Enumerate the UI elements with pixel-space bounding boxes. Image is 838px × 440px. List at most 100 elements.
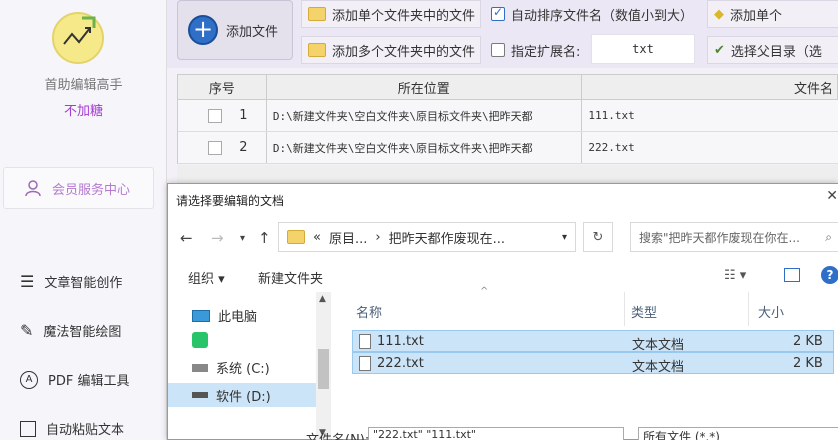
row-checkbox[interactable] bbox=[208, 140, 223, 155]
open-file-dialog: 请选择要编辑的文档 ✕ ← → ▾ ↑ « 原目... › 把昨天都作废现在..… bbox=[167, 183, 838, 440]
sidebar-item-drawing[interactable]: ✎ 魔法智能绘图 bbox=[20, 321, 121, 340]
add-single-right-button[interactable]: ◆ 添加单个 bbox=[707, 0, 838, 28]
header-filename: 文件名 bbox=[793, 81, 833, 97]
sidebar-item-paste[interactable]: 自动粘贴文本 bbox=[20, 419, 124, 438]
file-list-header: 名称 ^ 类型 大小 bbox=[346, 286, 838, 326]
up-arrow-icon[interactable]: ↑ bbox=[258, 229, 271, 247]
chart-icon bbox=[63, 16, 96, 45]
organize-button[interactable]: 组织 ▾ bbox=[188, 268, 225, 287]
user-icon bbox=[25, 180, 41, 197]
sort-up-icon: ^ bbox=[480, 286, 489, 297]
nav-item-app[interactable] bbox=[192, 332, 216, 348]
auto-sort-label: 自动排序文件名（数值小到大） bbox=[511, 8, 694, 24]
file-name: 111.txt bbox=[377, 334, 424, 349]
sidebar-item-pdf[interactable]: A PDF 编辑工具 bbox=[20, 370, 129, 389]
member-center-button[interactable]: 会员服务中心 bbox=[3, 167, 154, 209]
nav-scrollbar[interactable]: ▲ ▼ bbox=[316, 292, 331, 440]
breadcrumb-item[interactable]: 原目... bbox=[329, 228, 367, 247]
search-input[interactable]: 搜索"把昨天都作废现在你在... ⌕ bbox=[630, 222, 838, 252]
table-empty-area bbox=[177, 165, 838, 185]
app-name: 首助编辑高手 bbox=[44, 78, 123, 93]
auto-sort-option[interactable]: 自动排序文件名（数值小到大） bbox=[485, 0, 699, 28]
filename-row: 文件名(N): "222.txt" "111.txt" 所有文件 (*.*) bbox=[168, 427, 838, 440]
new-folder-button[interactable]: 新建文件夹 bbox=[258, 268, 323, 287]
add-single-folder-button[interactable]: 添加单个文件夹中的文件 bbox=[301, 0, 481, 28]
nav-item-label: 此电脑 bbox=[218, 310, 258, 325]
preview-pane-icon[interactable] bbox=[784, 268, 800, 282]
folder-icon bbox=[287, 230, 305, 244]
file-type: 文本文档 bbox=[632, 338, 685, 353]
dialog-command-bar: 组织 ▾ 新建文件夹 ☷ ▾ ? bbox=[168, 264, 838, 290]
search-placeholder: 搜索"把昨天都作废现在你在... bbox=[639, 230, 800, 245]
nav-item-label: 软件 (D:) bbox=[216, 389, 271, 405]
sidebar-item-article[interactable]: ☰ 文章智能创作 bbox=[20, 272, 122, 291]
back-arrow-icon[interactable]: ← bbox=[180, 229, 193, 247]
file-size: 2 KB bbox=[793, 356, 823, 371]
add-file-label: 添加文件 bbox=[226, 24, 279, 40]
breadcrumb-overflow[interactable]: « bbox=[313, 230, 321, 245]
row-location: D:\新建文件夹\空白文件夹\原目标文件夹\把昨天都 bbox=[267, 132, 583, 163]
file-row[interactable]: 222.txt 文本文档 2 KB bbox=[352, 352, 834, 375]
file-name: 222.txt bbox=[377, 356, 424, 371]
filename-label: 文件名(N): bbox=[306, 429, 369, 440]
column-size[interactable]: 大小 bbox=[758, 302, 784, 321]
add-file-button[interactable]: + 添加文件 bbox=[177, 0, 293, 60]
table-row[interactable]: 1 D:\新建文件夹\空白文件夹\原目标文件夹\把昨天都 111.txt bbox=[177, 100, 838, 132]
folder-icon bbox=[308, 43, 326, 57]
select-parent-label: 选择父目录（选 bbox=[730, 44, 822, 60]
nav-item-this-pc[interactable]: 此电脑 bbox=[192, 306, 257, 325]
folder-icon bbox=[308, 7, 326, 21]
text-file-icon bbox=[359, 356, 371, 371]
refresh-button[interactable]: ↻ bbox=[583, 222, 613, 252]
column-type[interactable]: 类型 bbox=[631, 302, 657, 321]
paste-icon bbox=[20, 420, 36, 437]
address-bar[interactable]: « 原目... › 把昨天都作废现在... ▾ bbox=[278, 222, 576, 252]
forward-arrow-icon[interactable]: → bbox=[211, 229, 224, 247]
add-single-right-label: 添加单个 bbox=[730, 8, 783, 24]
app-icon bbox=[192, 332, 208, 348]
row-checkbox[interactable] bbox=[208, 108, 223, 123]
chevron-down-icon[interactable]: ▾ bbox=[240, 233, 245, 244]
magic-icon: ✎ bbox=[20, 321, 34, 340]
select-parent-button[interactable]: ✔ 选择父目录（选 bbox=[707, 36, 838, 64]
add-single-folder-label: 添加单个文件夹中的文件 bbox=[332, 8, 476, 24]
file-table: 序号 所在位置 文件名 1 D:\新建文件夹\空白文件夹\原目标文件夹\把昨天都… bbox=[177, 74, 838, 164]
dialog-nav-row: ← → ▾ ↑ « 原目... › 把昨天都作废现在... ▾ ↻ 搜索"把昨天… bbox=[168, 220, 838, 254]
filename-input[interactable]: "222.txt" "111.txt" bbox=[368, 427, 624, 440]
row-index: 2 bbox=[239, 140, 248, 155]
member-center-label: 会员服务中心 bbox=[52, 182, 131, 198]
sidebar-item-label: 魔法智能绘图 bbox=[43, 325, 122, 340]
view-options-icon[interactable]: ☷ ▾ bbox=[724, 268, 746, 283]
add-multi-folder-button[interactable]: 添加多个文件夹中的文件 bbox=[301, 36, 481, 64]
specify-ext-checkbox[interactable] bbox=[491, 43, 505, 57]
nav-item-drive-c[interactable]: 系统 (C:) bbox=[192, 358, 270, 377]
specify-ext-option[interactable]: 指定扩展名: bbox=[485, 36, 585, 64]
nav-item-label: 系统 (C:) bbox=[216, 362, 270, 377]
specify-ext-label: 指定扩展名: bbox=[511, 44, 581, 60]
dialog-file-list: 名称 ^ 类型 大小 111.txt 文本文档 2 KB 222.txt 文本文… bbox=[346, 286, 838, 440]
scroll-thumb[interactable] bbox=[318, 349, 329, 389]
chevron-down-icon[interactable]: ▾ bbox=[562, 232, 567, 243]
dialog-title: 请选择要编辑的文档 bbox=[176, 194, 285, 208]
breadcrumb-item[interactable]: 把昨天都作废现在... bbox=[389, 228, 505, 247]
app-subtitle: 不加糖 bbox=[63, 104, 103, 119]
table-header: 序号 所在位置 文件名 bbox=[177, 74, 838, 100]
nav-item-drive-d[interactable]: 软件 (D:) bbox=[168, 383, 317, 407]
filetype-select[interactable]: 所有文件 (*.*) bbox=[638, 427, 838, 440]
extension-input[interactable]: txt bbox=[591, 34, 695, 64]
table-row[interactable]: 2 D:\新建文件夹\空白文件夹\原目标文件夹\把昨天都 222.txt bbox=[177, 132, 838, 164]
menu-list-icon: ☰ bbox=[20, 272, 35, 291]
add-multi-folder-label: 添加多个文件夹中的文件 bbox=[332, 44, 476, 60]
row-filename: 222.txt bbox=[588, 141, 635, 154]
toolbar: + 添加文件 添加单个文件夹中的文件 添加多个文件夹中的文件 自动排序文件名（数… bbox=[167, 0, 838, 68]
auto-sort-checkbox[interactable] bbox=[491, 5, 505, 21]
close-icon[interactable]: ✕ bbox=[826, 188, 838, 204]
file-type: 文本文档 bbox=[632, 360, 685, 375]
row-index-cell: 1 bbox=[178, 100, 267, 131]
drive-icon bbox=[192, 392, 208, 398]
scroll-up-icon[interactable]: ▲ bbox=[319, 294, 326, 304]
file-row[interactable]: 111.txt 文本文档 2 KB bbox=[352, 330, 834, 353]
help-icon[interactable]: ? bbox=[821, 266, 838, 284]
plus-icon: + bbox=[188, 15, 218, 45]
column-name[interactable]: 名称 bbox=[356, 302, 382, 321]
